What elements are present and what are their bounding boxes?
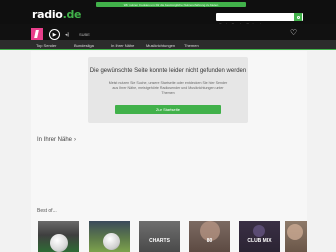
- search-box: [216, 13, 303, 29]
- logo-suffix: .de: [62, 8, 82, 21]
- tile-image: [253, 225, 265, 237]
- tile-label: CHARTS: [149, 238, 170, 244]
- football-image: [50, 234, 68, 252]
- nav-item-top-sender[interactable]: Top Sender: [36, 43, 56, 48]
- nav-item-themen[interactable]: Themen: [184, 43, 199, 48]
- bestof-tile-80s[interactable]: 80: [189, 221, 230, 252]
- play-icon[interactable]: ▶: [49, 29, 60, 40]
- nearby-heading-text: In Ihrer Nähe: [37, 137, 73, 143]
- cookie-banner[interactable]: Wir nutzen Cookies um Dir die bestmöglic…: [96, 2, 246, 7]
- tile-label: CLUB MIX: [247, 238, 272, 244]
- nav-item-musikrichtungen[interactable]: Musikrichtungen: [146, 43, 175, 48]
- home-button[interactable]: Zur Startseite: [115, 105, 221, 114]
- heart-icon[interactable]: ♡: [290, 29, 297, 37]
- nearby-heading[interactable]: In Ihrer Nähe ›: [37, 137, 76, 143]
- bestof-heading: Best of...: [37, 208, 57, 214]
- error-title: Die gewünschte Seite konnte leider nicht…: [89, 68, 247, 74]
- top-header: Wir nutzen Cookies um Dir die bestmöglic…: [0, 0, 336, 29]
- error-text: Meist nutzen Sie Suche, unsere Startseit…: [108, 81, 228, 95]
- tile-label: 80: [206, 238, 213, 244]
- station-logo[interactable]: [31, 28, 43, 40]
- bestof-tile-charts[interactable]: CHARTS: [139, 221, 180, 252]
- station-label: SUBE: [79, 32, 90, 37]
- logo-text: radio: [32, 8, 63, 21]
- nav-item-in-ihrer-naehe[interactable]: In Ihrer Nähe: [111, 43, 134, 48]
- cookie-banner-text: Wir nutzen Cookies um Dir die bestmöglic…: [123, 2, 219, 7]
- tile-image: [287, 224, 303, 240]
- football-image: [103, 233, 120, 250]
- nav-item-bundesliga[interactable]: Bundesliga: [74, 43, 94, 48]
- chevron-right-icon: ›: [74, 137, 77, 143]
- bestof-tile-6[interactable]: [285, 221, 307, 252]
- main-nav: Top Sender Bundesliga In Ihrer Nähe Musi…: [0, 40, 336, 50]
- bestof-tile-2[interactable]: [89, 221, 130, 252]
- error-box: Die gewünschte Seite konnte leider nicht…: [88, 57, 248, 123]
- home-button-label: Zur Startseite: [155, 107, 180, 112]
- bestof-tile-1[interactable]: [38, 221, 79, 252]
- volume-icon[interactable]: ◂): [65, 32, 69, 38]
- site-logo[interactable]: radio .de: [32, 8, 82, 21]
- bestof-tile-club-mix[interactable]: CLUB MIX: [239, 221, 280, 252]
- search-icon[interactable]: [294, 13, 302, 21]
